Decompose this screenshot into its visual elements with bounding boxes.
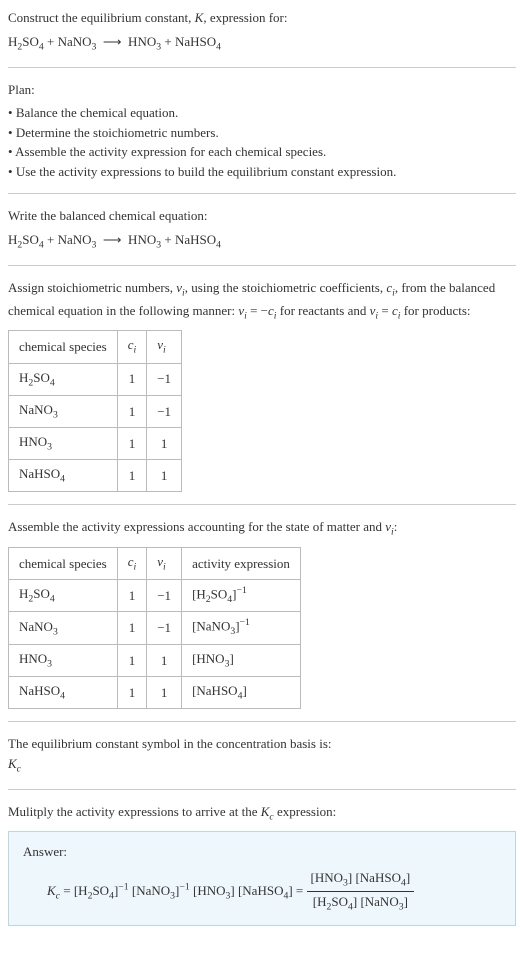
table-row: H2SO4 1 −1 bbox=[9, 363, 182, 395]
cell-activity: [H2SO4]−1 bbox=[182, 579, 301, 612]
cell-species: H2SO4 bbox=[9, 363, 118, 395]
plan-section: Plan: Balance the chemical equation. Det… bbox=[8, 80, 516, 182]
col-header: νi bbox=[147, 547, 182, 579]
symbol-line1: The equilibrium constant symbol in the c… bbox=[8, 734, 516, 754]
problem-line1: Construct the equilibrium constant, K, e… bbox=[8, 8, 516, 28]
col-header: νi bbox=[147, 331, 182, 363]
plan-item: Determine the stoichiometric numbers. bbox=[8, 123, 516, 143]
symbol-line2: Kc bbox=[8, 754, 516, 777]
answer-fraction: [HNO3] [NaHSO4][H2SO4] [NaNO3] bbox=[307, 868, 415, 915]
table-row: NaHSO4 1 1 [NaHSO4] bbox=[9, 677, 301, 709]
balanced-title: Write the balanced chemical equation: bbox=[8, 206, 516, 226]
problem-equation: H2SO4 + NaNO3 ⟶ HNO3 + NaHSO4 bbox=[8, 32, 516, 55]
plan-title: Plan: bbox=[8, 80, 516, 100]
activity-intro: Assemble the activity expressions accoun… bbox=[8, 517, 516, 540]
cell-species: HNO3 bbox=[9, 645, 118, 677]
table-row: HNO3 1 1 bbox=[9, 428, 182, 460]
cell-ci: 1 bbox=[117, 612, 147, 645]
cell-vi: 1 bbox=[147, 645, 182, 677]
cell-species: NaHSO4 bbox=[9, 460, 118, 492]
cell-ci: 1 bbox=[117, 395, 147, 427]
plan-item: Assemble the activity expression for eac… bbox=[8, 142, 516, 162]
symbol-section: The equilibrium constant symbol in the c… bbox=[8, 734, 516, 777]
col-header: ci bbox=[117, 547, 147, 579]
cell-vi: 1 bbox=[147, 460, 182, 492]
plan-list: Balance the chemical equation. Determine… bbox=[8, 103, 516, 181]
table-header-row: chemical species ci νi bbox=[9, 331, 182, 363]
cell-ci: 1 bbox=[117, 677, 147, 709]
col-header: ci bbox=[117, 331, 147, 363]
table-row: NaNO3 1 −1 bbox=[9, 395, 182, 427]
multiply-intro: Mulitply the activity expressions to arr… bbox=[8, 802, 516, 825]
cell-ci: 1 bbox=[117, 428, 147, 460]
table-row: NaHSO4 1 1 bbox=[9, 460, 182, 492]
table-row: HNO3 1 1 [HNO3] bbox=[9, 645, 301, 677]
frac-denominator: [H2SO4] [NaNO3] bbox=[307, 892, 415, 915]
table-header-row: chemical species ci νi activity expressi… bbox=[9, 547, 301, 579]
activity-section: Assemble the activity expressions accoun… bbox=[8, 517, 516, 709]
cell-ci: 1 bbox=[117, 363, 147, 395]
divider bbox=[8, 193, 516, 194]
answer-box: Answer: Kc = [H2SO4]−1 [NaNO3]−1 [HNO3] … bbox=[8, 831, 516, 926]
table-row: H2SO4 1 −1 [H2SO4]−1 bbox=[9, 579, 301, 612]
cell-vi: −1 bbox=[147, 363, 182, 395]
stoich-intro: Assign stoichiometric numbers, νi, using… bbox=[8, 278, 516, 324]
table-row: NaNO3 1 −1 [NaNO3]−1 bbox=[9, 612, 301, 645]
divider bbox=[8, 67, 516, 68]
cell-species: NaHSO4 bbox=[9, 677, 118, 709]
balanced-equation: H2SO4 + NaNO3 ⟶ HNO3 + NaHSO4 bbox=[8, 230, 516, 253]
stoich-section: Assign stoichiometric numbers, νi, using… bbox=[8, 278, 516, 493]
cell-activity: [NaNO3]−1 bbox=[182, 612, 301, 645]
cell-species: NaNO3 bbox=[9, 612, 118, 645]
answer-expression: Kc = [H2SO4]−1 [NaNO3]−1 [HNO3] [NaHSO4]… bbox=[23, 868, 501, 915]
cell-vi: 1 bbox=[147, 677, 182, 709]
col-header: chemical species bbox=[9, 331, 118, 363]
plan-item: Use the activity expressions to build th… bbox=[8, 162, 516, 182]
cell-vi: −1 bbox=[147, 579, 182, 612]
cell-species: HNO3 bbox=[9, 428, 118, 460]
cell-species: H2SO4 bbox=[9, 579, 118, 612]
problem-header: Construct the equilibrium constant, K, e… bbox=[8, 8, 516, 55]
answer-lhs: Kc = [H2SO4]−1 [NaNO3]−1 [HNO3] [NaHSO4]… bbox=[47, 883, 307, 898]
plan-item: Balance the chemical equation. bbox=[8, 103, 516, 123]
divider bbox=[8, 721, 516, 722]
cell-vi: 1 bbox=[147, 428, 182, 460]
frac-numerator: [HNO3] [NaHSO4] bbox=[307, 868, 415, 892]
activity-table: chemical species ci νi activity expressi… bbox=[8, 547, 301, 710]
cell-ci: 1 bbox=[117, 645, 147, 677]
stoich-table: chemical species ci νi H2SO4 1 −1 NaNO3 … bbox=[8, 330, 182, 492]
answer-label: Answer: bbox=[23, 842, 501, 862]
divider bbox=[8, 504, 516, 505]
multiply-section: Mulitply the activity expressions to arr… bbox=[8, 802, 516, 926]
cell-vi: −1 bbox=[147, 395, 182, 427]
col-header: chemical species bbox=[9, 547, 118, 579]
cell-activity: [HNO3] bbox=[182, 645, 301, 677]
balanced-section: Write the balanced chemical equation: H2… bbox=[8, 206, 516, 253]
cell-ci: 1 bbox=[117, 460, 147, 492]
cell-species: NaNO3 bbox=[9, 395, 118, 427]
col-header: activity expression bbox=[182, 547, 301, 579]
cell-activity: [NaHSO4] bbox=[182, 677, 301, 709]
cell-ci: 1 bbox=[117, 579, 147, 612]
divider bbox=[8, 789, 516, 790]
divider bbox=[8, 265, 516, 266]
cell-vi: −1 bbox=[147, 612, 182, 645]
